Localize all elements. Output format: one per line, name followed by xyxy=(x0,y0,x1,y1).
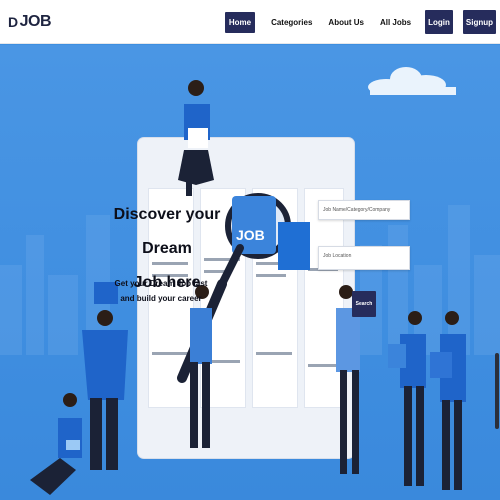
hero-subheadline: Get your Dream Job fast and build your c… xyxy=(108,276,214,306)
search-button[interactable]: Search xyxy=(352,291,376,317)
job-location-input[interactable]: Job Location xyxy=(318,246,410,270)
person-illustration xyxy=(30,393,82,495)
brand-mark: D xyxy=(8,14,18,30)
nav-about-link[interactable]: About Us xyxy=(328,18,364,27)
brand-logo[interactable]: D JOB xyxy=(8,13,52,31)
vertical-scrollbar[interactable] xyxy=(495,353,499,429)
hero-illustration xyxy=(30,80,466,495)
nav-categories-link[interactable]: Categories xyxy=(271,18,312,27)
person-illustration xyxy=(82,282,128,470)
hero-headline-line1: Discover your Dream xyxy=(113,206,221,257)
brand-text: JOB xyxy=(19,13,52,30)
login-button[interactable]: Login xyxy=(425,10,453,34)
nav-menu: Home Categories About Us All Jobs Login … xyxy=(224,10,496,34)
signup-button[interactable]: Signup xyxy=(462,10,496,34)
person-illustration xyxy=(178,80,214,196)
person-illustration xyxy=(430,311,466,490)
hero-sub-line2: and build your career xyxy=(120,294,202,303)
person-illustration xyxy=(388,311,426,486)
job-keyword-input[interactable]: Job Name/Category/Company xyxy=(318,200,410,220)
magnifier-label: JOB xyxy=(236,227,265,243)
top-navbar: D JOB Home Categories About Us All Jobs … xyxy=(0,0,500,44)
hero-sub-line1: Get your Dream Job fast xyxy=(114,279,208,288)
person-illustration xyxy=(190,285,212,448)
nav-home-link[interactable]: Home xyxy=(224,11,256,33)
hero-section: Discover your Dream Job here Get your Dr… xyxy=(0,45,500,500)
nav-all-jobs-link[interactable]: All Jobs xyxy=(380,18,411,27)
